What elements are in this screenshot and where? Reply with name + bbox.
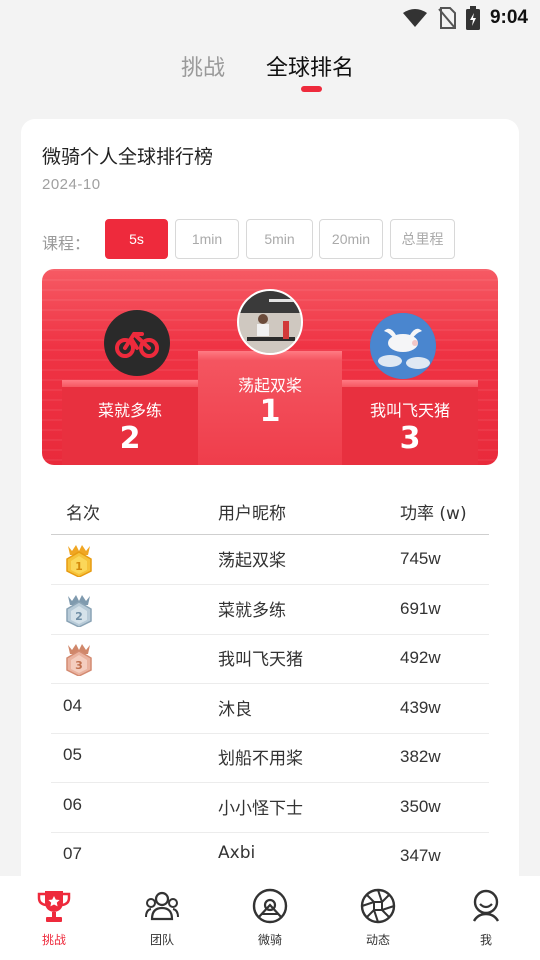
row-rank: 04 bbox=[63, 696, 82, 715]
avatar-second[interactable] bbox=[104, 310, 170, 376]
podium-rank-second: 2 bbox=[119, 421, 141, 456]
course-button-1min[interactable]: 1min bbox=[175, 219, 239, 259]
bronze-medal-icon: 3 bbox=[66, 644, 92, 676]
top-tabs: 挑战 全球排名 bbox=[0, 50, 540, 100]
svg-text:1: 1 bbox=[75, 560, 83, 573]
status-bar: 9:04 bbox=[0, 0, 540, 36]
row-power: 745w bbox=[400, 549, 441, 568]
profile-icon bbox=[472, 889, 500, 922]
aperture-icon bbox=[360, 888, 396, 924]
table-row[interactable]: 3 我叫飞天猪 492w bbox=[51, 634, 489, 684]
header-power: 功率 (w) bbox=[400, 504, 467, 524]
wifi-icon bbox=[402, 9, 427, 27]
row-rank: 05 bbox=[63, 745, 82, 764]
table-row[interactable]: 1 荡起双桨 745w bbox=[51, 535, 489, 585]
row-rank: 07 bbox=[63, 844, 82, 863]
ride-icon bbox=[252, 888, 288, 924]
battery-icon bbox=[465, 6, 480, 30]
flying-pig-icon bbox=[370, 313, 436, 379]
course-button-total-distance[interactable]: 总里程 bbox=[390, 219, 455, 259]
rowing-photo-icon bbox=[239, 291, 301, 353]
row-power: 382w bbox=[400, 747, 441, 766]
row-rank: 06 bbox=[63, 795, 82, 814]
table-row[interactable]: 04 沐良 439w bbox=[51, 684, 489, 734]
nav-item-team[interactable]: 团队 bbox=[108, 876, 216, 960]
course-button-5min[interactable]: 5min bbox=[246, 219, 313, 259]
avatar-first[interactable] bbox=[237, 289, 303, 355]
header-nickname: 用户昵称 bbox=[218, 504, 286, 524]
podium-name-first: 荡起双桨 bbox=[237, 376, 302, 395]
bike-icon bbox=[115, 332, 159, 358]
card-title: 微骑个人全球排行榜 bbox=[42, 146, 214, 168]
table-row[interactable]: 2 菜就多练 691w bbox=[51, 585, 489, 635]
row-name: 划船不用桨 bbox=[218, 749, 303, 769]
row-name: 小小怪下士 bbox=[218, 799, 303, 819]
row-name: 我叫飞天猪 bbox=[218, 650, 303, 670]
tab-global-ranking[interactable]: 全球排名 bbox=[266, 50, 354, 82]
course-button-5s[interactable]: 5s bbox=[105, 219, 168, 259]
svg-text:3: 3 bbox=[75, 659, 83, 672]
row-power: 492w bbox=[400, 648, 441, 667]
podium-rank-first: 1 bbox=[259, 394, 281, 429]
avatar-third[interactable] bbox=[370, 313, 436, 379]
ranking-table-header: 名次 用户昵称 功率 (w) bbox=[21, 489, 519, 535]
gold-medal-icon: 1 bbox=[66, 545, 92, 577]
table-row[interactable]: 07 Axbi 347w bbox=[51, 832, 489, 882]
table-row[interactable]: 05 划船不用桨 382w bbox=[51, 733, 489, 783]
table-row[interactable]: 06 小小怪下士 350w bbox=[51, 783, 489, 833]
podium: 菜就多练 2 荡起双桨 1 我叫飞天猪 3 bbox=[42, 269, 498, 465]
nav-item-me[interactable]: 我 bbox=[432, 876, 540, 960]
card-date: 2024-10 bbox=[42, 176, 101, 193]
row-name: Axbi bbox=[218, 843, 256, 863]
podium-name-second: 菜就多练 bbox=[97, 401, 162, 420]
nav-item-feed[interactable]: 动态 bbox=[324, 876, 432, 960]
status-time: 9:04 bbox=[489, 7, 528, 28]
row-power: 350w bbox=[400, 797, 441, 816]
nav-item-challenge[interactable]: 挑战 bbox=[0, 876, 108, 960]
nav-label-feed: 动态 bbox=[365, 933, 390, 947]
no-sim-icon bbox=[438, 7, 456, 29]
active-tab-indicator bbox=[301, 86, 322, 92]
course-button-20min[interactable]: 20min bbox=[319, 219, 383, 259]
svg-text:2: 2 bbox=[75, 610, 83, 623]
row-power: 347w bbox=[400, 846, 441, 865]
nav-label-team: 团队 bbox=[149, 933, 174, 947]
row-name: 沐良 bbox=[218, 700, 252, 720]
trophy-icon bbox=[37, 891, 71, 922]
silver-medal-icon: 2 bbox=[66, 595, 92, 627]
row-name: 荡起双桨 bbox=[218, 551, 286, 571]
status-icons: 9:04 bbox=[402, 6, 528, 30]
nav-label-ride: 微骑 bbox=[257, 933, 282, 947]
nav-label-me: 我 bbox=[479, 933, 492, 947]
leaderboard-card: 微骑个人全球排行榜 2024-10 课程： 5s 1min 5min 20min… bbox=[21, 119, 519, 899]
course-label: 课程： bbox=[42, 234, 91, 253]
team-icon bbox=[145, 891, 179, 921]
tab-challenge[interactable]: 挑战 bbox=[181, 50, 225, 82]
bottom-nav: 挑战 团队 微骑 动态 我 bbox=[0, 876, 540, 960]
podium-rank-third: 3 bbox=[399, 421, 421, 456]
row-power: 691w bbox=[400, 599, 441, 618]
podium-name-third: 我叫飞天猪 bbox=[369, 401, 450, 420]
row-power: 439w bbox=[400, 698, 441, 717]
nav-label-challenge: 挑战 bbox=[41, 933, 66, 947]
row-name: 菜就多练 bbox=[218, 601, 286, 621]
header-rank: 名次 bbox=[66, 504, 100, 524]
nav-item-ride[interactable]: 微骑 bbox=[216, 876, 324, 960]
